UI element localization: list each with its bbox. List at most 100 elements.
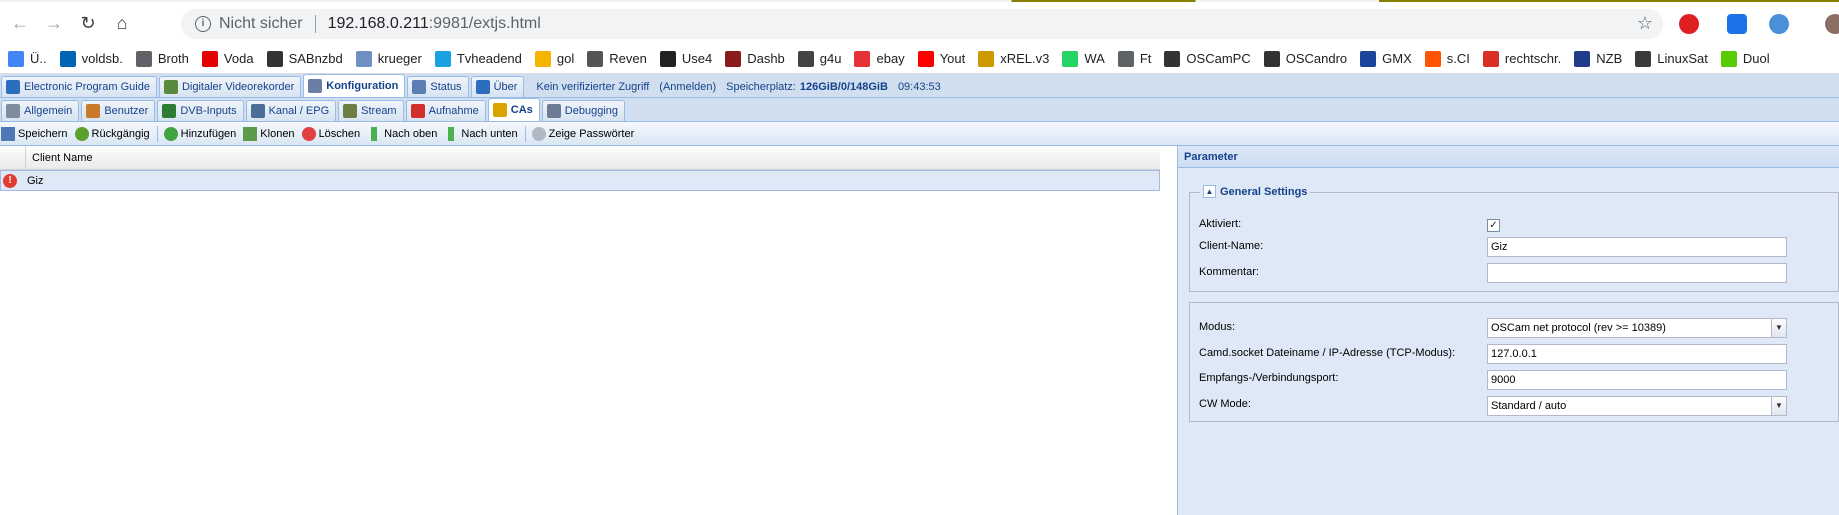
bookmark-favicon-icon bbox=[8, 50, 24, 67]
profile-avatar[interactable] bbox=[1825, 14, 1839, 34]
bookmark-favicon-icon bbox=[725, 50, 742, 67]
forward-button[interactable]: → bbox=[40, 9, 68, 37]
add-button[interactable]: Hinzufügen bbox=[163, 126, 236, 141]
bookmark-item[interactable]: WA bbox=[1062, 50, 1105, 67]
bookmark-item[interactable]: Tvheadend bbox=[434, 50, 522, 67]
home-button[interactable]: ⌂ bbox=[108, 9, 136, 37]
login-link[interactable]: (Anmelden) bbox=[659, 81, 716, 97]
delete-button[interactable]: Löschen bbox=[301, 126, 361, 141]
bookmark-item[interactable]: NZB bbox=[1574, 50, 1622, 67]
bookmark-item[interactable]: OSCandro bbox=[1263, 50, 1347, 67]
config-sub-tab[interactable]: DVB-Inputs bbox=[157, 100, 244, 121]
config-sub-tab[interactable]: Benutzer bbox=[81, 100, 156, 121]
stream-icon bbox=[343, 104, 358, 118]
undo-label: Rückgängig bbox=[91, 127, 150, 140]
show-passwords-button[interactable]: Zeige Passwörter bbox=[531, 126, 634, 141]
enabled-label: Aktiviert: bbox=[1199, 218, 1242, 230]
card-icon bbox=[162, 104, 177, 118]
bookmark-item[interactable]: Duol bbox=[1720, 50, 1770, 67]
undo-button[interactable]: Rückgängig bbox=[74, 126, 150, 141]
cw-mode-value: Standard / auto bbox=[1491, 400, 1567, 412]
storage-label: Speicherplatz: bbox=[726, 81, 796, 93]
bookmark-favicon-icon bbox=[1062, 50, 1079, 67]
socket-input[interactable] bbox=[1487, 344, 1787, 364]
config-sub-tab[interactable]: Kanal / EPG bbox=[245, 100, 337, 121]
bookmark-favicon-icon bbox=[659, 50, 676, 67]
config-sub-tab[interactable]: CAs bbox=[487, 98, 540, 121]
main-tab[interactable]: Konfiguration bbox=[303, 74, 406, 97]
config-sub-tab[interactable]: Stream bbox=[338, 100, 404, 121]
tv-icon bbox=[250, 104, 265, 118]
bookmark-item[interactable]: Voda bbox=[201, 50, 254, 67]
config-sub-tab[interactable]: Allgemein bbox=[1, 100, 80, 121]
move-down-button[interactable]: Nach unten bbox=[444, 126, 518, 141]
comment-input[interactable] bbox=[1487, 263, 1787, 283]
general-settings-legend[interactable]: ▲ General Settings bbox=[1200, 185, 1311, 198]
client-name-input[interactable] bbox=[1487, 237, 1787, 257]
collapse-icon[interactable]: ▲ bbox=[1203, 185, 1216, 198]
main-tab[interactable]: Über bbox=[470, 76, 525, 97]
bookmark-favicon-icon bbox=[917, 50, 934, 67]
bookmark-label: Tvheadend bbox=[456, 51, 522, 66]
bookmark-item[interactable]: Ü.. bbox=[8, 50, 47, 67]
config-sub-tab[interactable]: Aufnahme bbox=[405, 100, 486, 121]
extension-shield-icon[interactable] bbox=[1679, 14, 1699, 34]
mode-select[interactable]: OSCam net protocol (rev >= 10389) ▼ bbox=[1487, 318, 1787, 338]
info-icon[interactable]: i bbox=[195, 16, 211, 32]
chevron-down-icon[interactable]: ▼ bbox=[1771, 319, 1786, 337]
bookmark-item[interactable]: LinuxSat bbox=[1635, 50, 1708, 67]
extension-share-icon[interactable] bbox=[1769, 14, 1789, 34]
table-row[interactable]: ! Giz bbox=[0, 170, 1160, 191]
move-down-label: Nach unten bbox=[461, 127, 518, 140]
bookmark-star-icon[interactable]: ☆ bbox=[1637, 13, 1653, 34]
column-header-client-name[interactable]: Client Name bbox=[26, 152, 93, 164]
bookmark-label: Yout bbox=[939, 51, 966, 66]
reload-button[interactable]: ↻ bbox=[74, 9, 102, 37]
toolbar-separator bbox=[524, 125, 526, 142]
cw-mode-select[interactable]: Standard / auto ▼ bbox=[1487, 396, 1787, 416]
bookmark-item[interactable]: SABnzbd bbox=[266, 50, 343, 67]
main-tab[interactable]: Electronic Program Guide bbox=[1, 76, 157, 97]
delete-label: Löschen bbox=[318, 127, 361, 140]
bookmark-label: voldsb. bbox=[81, 51, 123, 66]
back-button[interactable]: ← bbox=[6, 9, 34, 37]
save-button[interactable]: Speichern bbox=[1, 126, 68, 141]
main-tab[interactable]: Digitaler Videorekorder bbox=[158, 76, 302, 97]
bookmark-item[interactable]: Use4 bbox=[659, 50, 712, 67]
bookmark-item[interactable]: xREL.v3 bbox=[978, 50, 1050, 67]
bookmark-item[interactable]: ebay bbox=[854, 50, 905, 67]
bookmark-item[interactable]: Dashb bbox=[725, 50, 785, 67]
bookmark-favicon-icon bbox=[1574, 50, 1591, 67]
address-bar[interactable]: i Nicht sicher 192.168.0.211:9981/extjs.… bbox=[181, 9, 1663, 39]
bookmark-item[interactable]: rechtschr. bbox=[1482, 50, 1561, 67]
bookmark-label: xREL.v3 bbox=[1000, 51, 1050, 66]
chevron-down-icon[interactable]: ▼ bbox=[1771, 397, 1786, 415]
bookmark-item[interactable]: Ft bbox=[1117, 50, 1151, 67]
bookmark-label: Voda bbox=[223, 51, 254, 66]
bookmark-item[interactable]: GMX bbox=[1360, 50, 1412, 67]
config-sub-tab[interactable]: Debugging bbox=[541, 100, 625, 121]
bookmark-label: s.CI bbox=[1446, 51, 1470, 66]
bookmark-item[interactable]: krueger bbox=[355, 50, 422, 67]
main-tab-label: Über bbox=[493, 81, 518, 93]
bookmark-item[interactable]: Reven bbox=[587, 50, 647, 67]
clone-button[interactable]: Klonen bbox=[243, 126, 295, 141]
bookmark-item[interactable]: Broth bbox=[135, 50, 189, 67]
move-up-button[interactable]: Nach oben bbox=[367, 126, 437, 141]
clone-label: Klonen bbox=[260, 127, 295, 140]
client-name-cell: Giz bbox=[27, 174, 44, 187]
bookmark-item[interactable]: voldsb. bbox=[59, 50, 123, 67]
bookmark-item[interactable]: g4u bbox=[797, 50, 841, 67]
bookmark-item[interactable]: OSCamPC bbox=[1164, 50, 1251, 67]
bookmark-item[interactable]: s.CI bbox=[1424, 50, 1470, 67]
bookmark-item[interactable]: Yout bbox=[917, 50, 966, 67]
extension-save-icon[interactable] bbox=[1727, 14, 1747, 34]
eye-icon bbox=[531, 126, 546, 141]
arrow-down-icon bbox=[448, 126, 455, 141]
enabled-checkbox[interactable]: ✓ bbox=[1487, 219, 1500, 232]
arrow-right-icon: → bbox=[45, 12, 63, 33]
bookmark-label: Dashb bbox=[747, 51, 785, 66]
main-tab[interactable]: Status bbox=[407, 76, 469, 97]
bookmark-item[interactable]: gol bbox=[534, 50, 574, 67]
port-input[interactable] bbox=[1487, 370, 1787, 390]
